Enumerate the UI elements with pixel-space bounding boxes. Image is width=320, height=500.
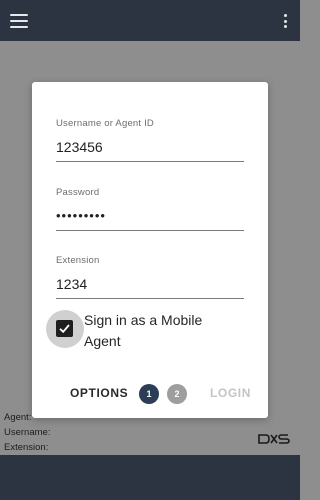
agent-info-extension: Extension: <box>4 442 49 453</box>
agent-info-username: Username: <box>4 427 51 438</box>
mobile-agent-label: Sign in as a Mobile Agent <box>84 312 203 349</box>
password-field[interactable]: Password ••••••••• <box>56 187 244 231</box>
extension-label: Extension <box>56 255 100 266</box>
options-button[interactable]: OPTIONS <box>70 386 128 400</box>
password-input[interactable]: ••••••••• <box>56 208 244 231</box>
login-dialog: Username or Agent ID 123456 Password •••… <box>32 82 268 418</box>
extension-input[interactable]: 1234 <box>56 276 244 299</box>
username-field[interactable]: Username or Agent ID 123456 <box>56 118 244 162</box>
hamburger-menu-icon[interactable] <box>10 14 28 28</box>
password-label: Password <box>56 187 100 198</box>
brand-logo-icon <box>258 434 290 444</box>
check-icon <box>59 324 70 334</box>
footer-bar <box>0 455 300 500</box>
mobile-agent-checkbox[interactable] <box>56 320 73 337</box>
username-label: Username or Agent ID <box>56 118 154 129</box>
username-input[interactable]: 123456 <box>56 139 244 162</box>
more-vertical-icon[interactable] <box>283 14 287 28</box>
dialog-actions: OPTIONS 1 2 LOGIN <box>32 382 268 406</box>
step-indicator-2: 2 <box>167 384 187 404</box>
mobile-agent-checkbox-row[interactable]: Sign in as a Mobile Agent <box>44 308 254 358</box>
top-app-bar <box>0 0 300 41</box>
step-indicator-1: 1 <box>139 384 159 404</box>
extension-field[interactable]: Extension 1234 <box>56 255 244 299</box>
login-button[interactable]: LOGIN <box>210 386 251 400</box>
